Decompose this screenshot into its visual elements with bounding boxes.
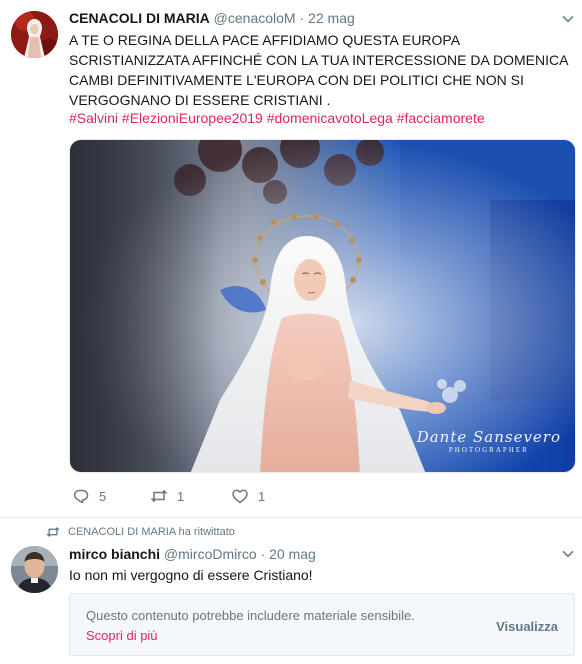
sensitive-message: Questo contenuto potrebbe includere mate… bbox=[86, 608, 415, 623]
tweet-photo[interactable]: Dante Sansevero PHOTOGRAPHER bbox=[69, 139, 576, 473]
user-handle[interactable]: @cenacoloM bbox=[214, 10, 296, 26]
heart-icon bbox=[232, 489, 248, 504]
hashtag-link[interactable]: #facciamorete bbox=[397, 110, 485, 126]
hashtag-link[interactable]: #Salvini bbox=[69, 110, 118, 126]
separator-dot: · bbox=[299, 10, 305, 26]
retweet-icon bbox=[46, 527, 60, 537]
tweet-text: Io non mi vergogno di essere Cristiano! bbox=[69, 567, 313, 583]
learn-more-link[interactable]: Scopri di più bbox=[86, 628, 158, 643]
retweet-count: 1 bbox=[177, 488, 185, 504]
chevron-down-icon[interactable] bbox=[561, 547, 575, 561]
tweet-date[interactable]: 22 mag bbox=[308, 10, 355, 26]
avatar[interactable] bbox=[11, 546, 58, 593]
tweet-card[interactable]: CENACOLI DI MARIA @cenacoloM · 22 mag A … bbox=[0, 0, 582, 518]
sensitive-media-warning: Questo contenuto potrebbe includere mate… bbox=[69, 593, 575, 656]
user-handle[interactable]: @mircoDmirco bbox=[164, 546, 257, 562]
tweet-divider bbox=[0, 517, 582, 518]
watermark-caption: PHOTOGRAPHER bbox=[448, 446, 529, 454]
reply-button[interactable]: 5 bbox=[72, 485, 106, 507]
reply-count: 5 bbox=[99, 488, 107, 504]
hashtag-link[interactable]: #ElezioniEuropee2019 bbox=[122, 110, 263, 126]
retweet-context-text: CENACOLI DI MARIA ha ritwittato bbox=[68, 526, 235, 538]
tweet-header: mirco bianchi @mircoDmirco · 20 mag bbox=[69, 545, 316, 563]
watermark-signature: Dante Sansevero bbox=[416, 428, 561, 446]
display-name[interactable]: CENACOLI DI MARIA bbox=[69, 10, 210, 26]
separator-dot: · bbox=[260, 546, 266, 562]
tweet-text: A TE O REGINA DELLA PACE AFFIDIAMO QUEST… bbox=[69, 32, 568, 108]
retweet-context[interactable]: CENACOLI DI MARIA ha ritwittato bbox=[46, 524, 235, 540]
avatar[interactable] bbox=[11, 11, 58, 58]
retweet-button[interactable]: 1 bbox=[150, 485, 184, 507]
reply-icon bbox=[73, 489, 89, 504]
chevron-down-icon[interactable] bbox=[561, 12, 575, 26]
like-count: 1 bbox=[258, 488, 266, 504]
tweet-date[interactable]: 20 mag bbox=[269, 546, 316, 562]
retweet-icon bbox=[150, 490, 168, 502]
tweet-header: CENACOLI DI MARIA @cenacoloM · 22 mag bbox=[69, 9, 355, 27]
hashtag-link[interactable]: #domenicavotoLega bbox=[267, 110, 393, 126]
like-button[interactable]: 1 bbox=[231, 485, 265, 507]
photographer-watermark: Dante Sansevero PHOTOGRAPHER bbox=[417, 428, 561, 454]
hashtag-list: #Salvini #ElezioniEuropee2019 #domenicav… bbox=[69, 108, 485, 128]
display-name[interactable]: mirco bianchi bbox=[69, 546, 160, 562]
view-button[interactable]: Visualizza bbox=[496, 619, 558, 634]
